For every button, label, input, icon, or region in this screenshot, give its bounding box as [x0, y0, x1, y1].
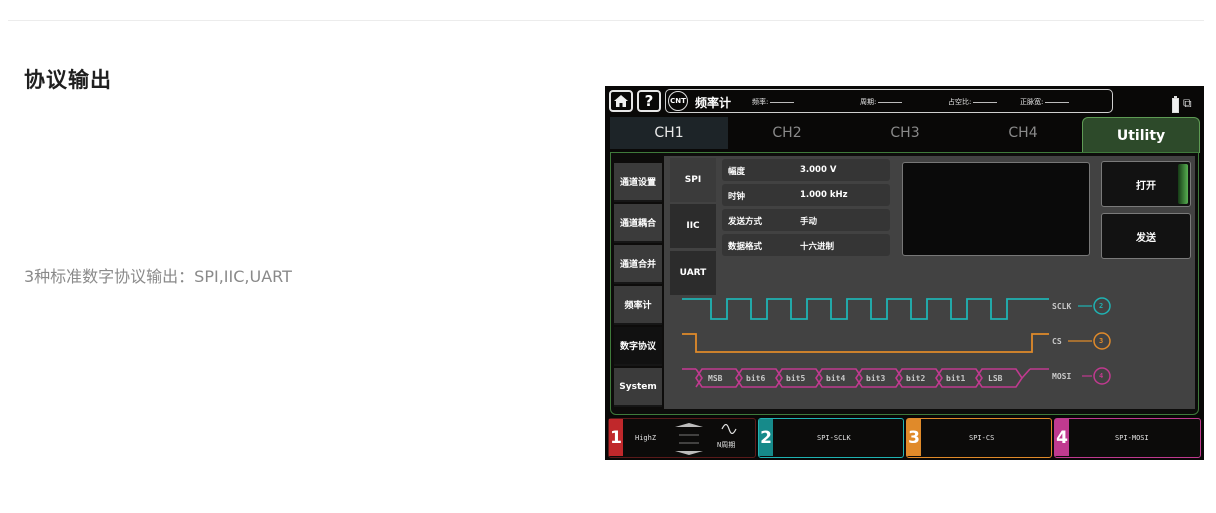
home-icon	[614, 95, 628, 107]
period-readout: 周期:	[860, 97, 903, 107]
menu-system[interactable]: System	[614, 368, 662, 407]
top-divider	[8, 20, 1204, 21]
signal-name-sclk: SCLK	[1052, 302, 1072, 311]
tab-ch3[interactable]: CH3	[846, 117, 964, 149]
sclk-channel-number: 2	[1099, 302, 1104, 310]
output-arrows-icon	[675, 423, 703, 455]
bit-label: LSB	[988, 374, 1003, 383]
instrument-screen: ? CNT 频率计 频率: 周期: 占空比: 正脉宽: ⧉ CH1 CH2 CH…	[605, 86, 1204, 460]
battery-icon	[1172, 96, 1179, 113]
ch4-status[interactable]: 4 SPI-MOSI	[1054, 418, 1201, 458]
tab-ch1[interactable]: CH1	[610, 117, 728, 149]
bit-label: bit5	[786, 374, 806, 383]
page-title: 协议输出	[24, 68, 112, 92]
menu-channel-merge[interactable]: 通道合并	[614, 245, 662, 284]
menu-channel-coupling[interactable]: 通道耦合	[614, 204, 662, 243]
menu-channel-settings[interactable]: 通道设置	[614, 163, 662, 202]
counter-icon: CNT	[668, 91, 688, 111]
timing-diagram	[682, 297, 1111, 388]
utility-panel: 通道设置 通道耦合 通道合并 频率计 数字协议 System SPI IIC U…	[610, 152, 1199, 415]
tab-utility[interactable]: Utility	[1082, 117, 1200, 153]
channel-status-bar: 1 HighZ N周期 2 SPI-SCLK 3 SPI-CS 4 SPI-MO…	[605, 418, 1204, 460]
pos-width-readout: 正脉宽:	[1020, 97, 1070, 107]
bit-label: bit1	[946, 374, 966, 383]
signal-name-mosi: MOSI	[1052, 372, 1072, 381]
cs-channel-number: 3	[1099, 337, 1104, 345]
menu-digital-protocol[interactable]: 数字协议	[614, 327, 662, 366]
home-button[interactable]	[609, 90, 633, 112]
usb-icon: ⧉	[1183, 96, 1192, 110]
mode-title: 频率计	[695, 96, 732, 110]
bit-label: MSB	[708, 374, 723, 383]
tab-ch2[interactable]: CH2	[728, 117, 846, 149]
menu-frequency-counter[interactable]: 频率计	[614, 286, 662, 325]
sclk-waveform	[682, 298, 1049, 320]
ch3-status[interactable]: 3 SPI-CS	[906, 418, 1052, 458]
bit-label: bit2	[906, 374, 926, 383]
channel-tabs: CH1 CH2 CH3 CH4 Utility	[610, 117, 1200, 153]
signal-name-cs: CS	[1052, 337, 1062, 346]
protocol-content: SPI IIC UART 幅度 3.000 V 时钟 1.000 kHz 发送方式手…	[664, 156, 1195, 409]
cs-waveform	[682, 333, 1049, 353]
status-bar: ? CNT 频率计 频率: 周期: 占空比: 正脉宽: ⧉	[605, 86, 1204, 116]
mosi-channel-number: 4	[1099, 372, 1104, 380]
freq-readout: 频率:	[752, 97, 795, 107]
bit-label: bit3	[866, 374, 886, 383]
tab-ch4[interactable]: CH4	[964, 117, 1082, 149]
duty-readout: 占空比:	[948, 97, 998, 107]
ch1-status[interactable]: 1 HighZ N周期	[608, 418, 756, 458]
ch2-status[interactable]: 2 SPI-SCLK	[758, 418, 904, 458]
bit-label: bit4	[826, 374, 846, 383]
page-description: 3种标准数字协议输出：SPI,IIC,UART	[24, 267, 292, 286]
sine-wave-icon	[721, 424, 737, 434]
help-button[interactable]: ?	[637, 90, 661, 112]
bit-label: bit6	[746, 374, 766, 383]
